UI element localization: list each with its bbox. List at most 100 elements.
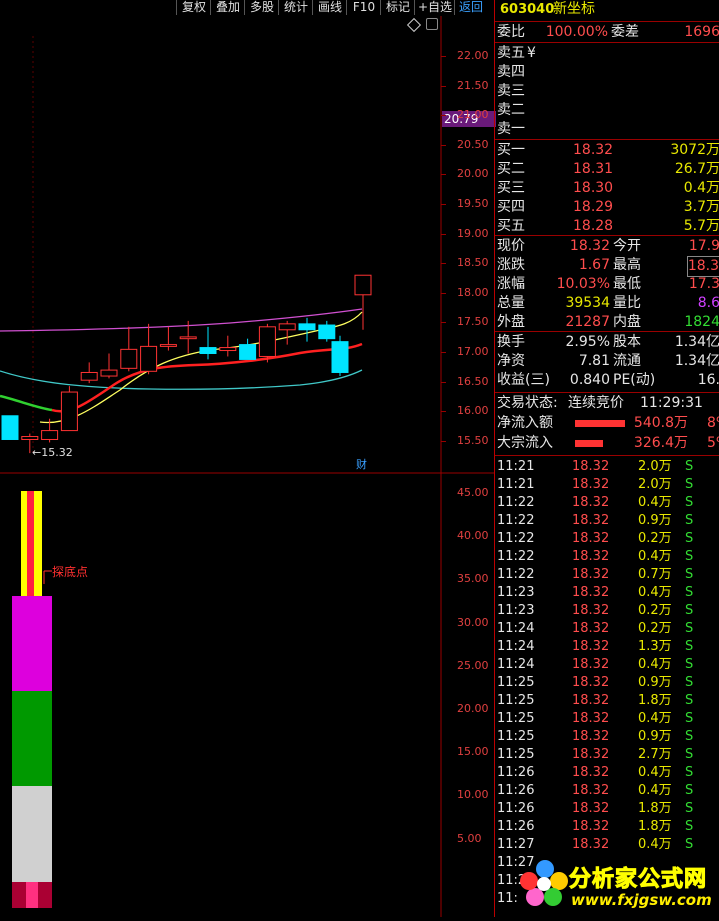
toolbar-button-8[interactable]: 返回 xyxy=(454,0,487,15)
buy-price: 18.32 xyxy=(573,142,614,158)
ma-cyan-line xyxy=(0,369,363,390)
kline-chart-svg[interactable] xyxy=(0,16,494,917)
price-tick-mark xyxy=(441,233,446,235)
price-tick-label: 18.00 xyxy=(457,285,489,299)
tick-row: 11:22 18.32 0.7万 S xyxy=(495,566,719,584)
tick-price: 18.32 xyxy=(572,729,610,744)
toolbar-button-2[interactable]: 多股 xyxy=(244,0,279,15)
indicator-label: 探底点 xyxy=(52,565,89,579)
price-tick-mark xyxy=(441,440,446,442)
tick-time: 11:24 xyxy=(497,639,535,654)
toolbar-button-4[interactable]: 画线 xyxy=(312,0,347,15)
tick-volume: 0.2万 xyxy=(638,603,672,618)
stock-name: 新坐标 xyxy=(553,1,595,17)
price-tick-label: 20.50 xyxy=(457,137,489,151)
toolbar-button-3[interactable]: 统计 xyxy=(278,0,313,15)
tick-volume: 0.4万 xyxy=(638,837,672,852)
ma-green-line xyxy=(0,394,53,412)
candle-body xyxy=(41,430,59,440)
tick-time: 11:23 xyxy=(497,585,535,600)
price-tick-label: 17.00 xyxy=(457,345,489,358)
stat-value: 18.3 xyxy=(686,256,719,277)
price-tick-label: 15.50 xyxy=(457,433,489,447)
toolbar-button-5[interactable]: F10 xyxy=(346,0,381,15)
webi-value: 100.00% xyxy=(545,24,608,40)
tick-time: 11:25 xyxy=(497,693,535,708)
tick-row: 11:26 18.32 1.8万 S xyxy=(495,800,719,818)
candle-body xyxy=(21,436,39,440)
candle-body xyxy=(318,324,336,340)
flow-row: 净流入额 540.8万 8% xyxy=(495,414,719,433)
buy-price: 18.30 xyxy=(573,180,614,196)
price-tick-mark xyxy=(441,322,446,324)
watermark-brand: 分析家公式网 xyxy=(568,867,708,893)
stat-label: 涨跌 xyxy=(497,257,525,273)
tick-volume: 0.4万 xyxy=(638,495,672,510)
flow-pct: 8% xyxy=(707,415,719,431)
tick-row: 11:25 18.32 1.8万 S xyxy=(495,692,719,710)
price-tick-label: 20.00 xyxy=(457,167,489,181)
tick-time: 11:26 xyxy=(497,801,535,816)
low-price-marker: ←15.32 xyxy=(32,446,73,459)
buy-row: 买二 18.31 26.7万 xyxy=(495,160,719,179)
finance-marker[interactable]: 财 xyxy=(356,456,367,472)
trade-status-row: 交易状态: 连续竞价 11:29:31 xyxy=(495,394,719,413)
tick-volume: 0.4万 xyxy=(638,549,672,564)
indicator-tick-label: 20.00 xyxy=(457,702,489,715)
tick-row: 11:22 18.32 0.2万 S xyxy=(495,530,719,548)
tick-side: S xyxy=(685,621,694,636)
tick-price: 18.32 xyxy=(572,531,610,546)
buy-label: 买一 xyxy=(497,142,525,158)
tick-side: S xyxy=(685,819,694,834)
stat2-label: 流通 xyxy=(613,353,641,369)
toolbar-button-0[interactable]: 复权 xyxy=(176,0,211,15)
price-tick-label: 16.50 xyxy=(457,374,489,388)
sell-extra: ¥ xyxy=(527,45,536,61)
price-tick-label: 21.50 xyxy=(457,78,489,92)
ma-red-line xyxy=(51,342,363,413)
indicator-tick-label: 5.00 xyxy=(457,831,482,845)
tick-price: 18.32 xyxy=(572,747,610,762)
stat2-label: 换手 xyxy=(497,334,525,350)
stat2-value: 1.34亿 xyxy=(674,334,719,350)
price-tick-label: 18.50 xyxy=(457,256,489,270)
tick-price: 18.32 xyxy=(572,765,610,780)
tick-row: 11:21 18.32 2.0万 S xyxy=(495,476,719,494)
flow-pct: 5% xyxy=(707,435,719,451)
tick-volume: 1.8万 xyxy=(638,693,672,708)
tick-price: 18.32 xyxy=(572,783,610,798)
buy-price: 18.31 xyxy=(573,161,614,177)
tick-row: 11:25 18.32 2.7万 S xyxy=(495,746,719,764)
flow-label: 大宗流入 xyxy=(497,435,553,451)
price-tick-label: 17.50 xyxy=(457,315,489,329)
stat-row: 涨跌 1.67 最高 18.3 xyxy=(495,256,719,277)
tick-row: 11:24 18.32 1.3万 S xyxy=(495,638,719,656)
tick-side: S xyxy=(685,567,694,582)
tick-row: 11:26 18.32 1.8万 S xyxy=(495,818,719,836)
toolbar-button-1[interactable]: 叠加 xyxy=(210,0,245,15)
buy-volume: 26.7万 xyxy=(674,161,719,177)
price-tick-label: 21.00 xyxy=(457,108,489,122)
stat2-label: 收益(三) xyxy=(497,372,550,388)
candle-body xyxy=(219,347,237,352)
tick-side: S xyxy=(685,675,694,690)
tick-volume: 0.9万 xyxy=(638,513,672,528)
chart-area[interactable]: 20.79 ←15.32 财 探底点 22.00 21.50 21.00 20.50 2… xyxy=(0,16,496,917)
candle-body xyxy=(1,415,19,440)
buy-volume: 3.7万 xyxy=(683,199,719,215)
indicator-tick-label: 45.00 xyxy=(457,486,489,499)
tick-row: 11:26 18.32 0.4万 S xyxy=(495,764,719,782)
toolbar-button-7[interactable]: +自选 xyxy=(414,0,455,15)
buy-price: 18.29 xyxy=(573,199,614,215)
sell-row: 卖一 xyxy=(495,120,719,139)
buy-volume: 3072万 xyxy=(670,142,719,158)
toolbar-button-6[interactable]: 标记 xyxy=(380,0,415,15)
tick-price: 18.32 xyxy=(572,693,610,708)
flow-value: 326.4万 xyxy=(633,435,688,451)
tick-price: 18.32 xyxy=(572,549,610,564)
stat-label: 内盘 xyxy=(613,314,641,330)
sell-row: 卖五 ¥ xyxy=(495,44,719,63)
scroll-handle-icon[interactable] xyxy=(426,18,438,30)
stat-value: 10.03% xyxy=(556,276,610,292)
stat-label: 今开 xyxy=(613,238,641,254)
